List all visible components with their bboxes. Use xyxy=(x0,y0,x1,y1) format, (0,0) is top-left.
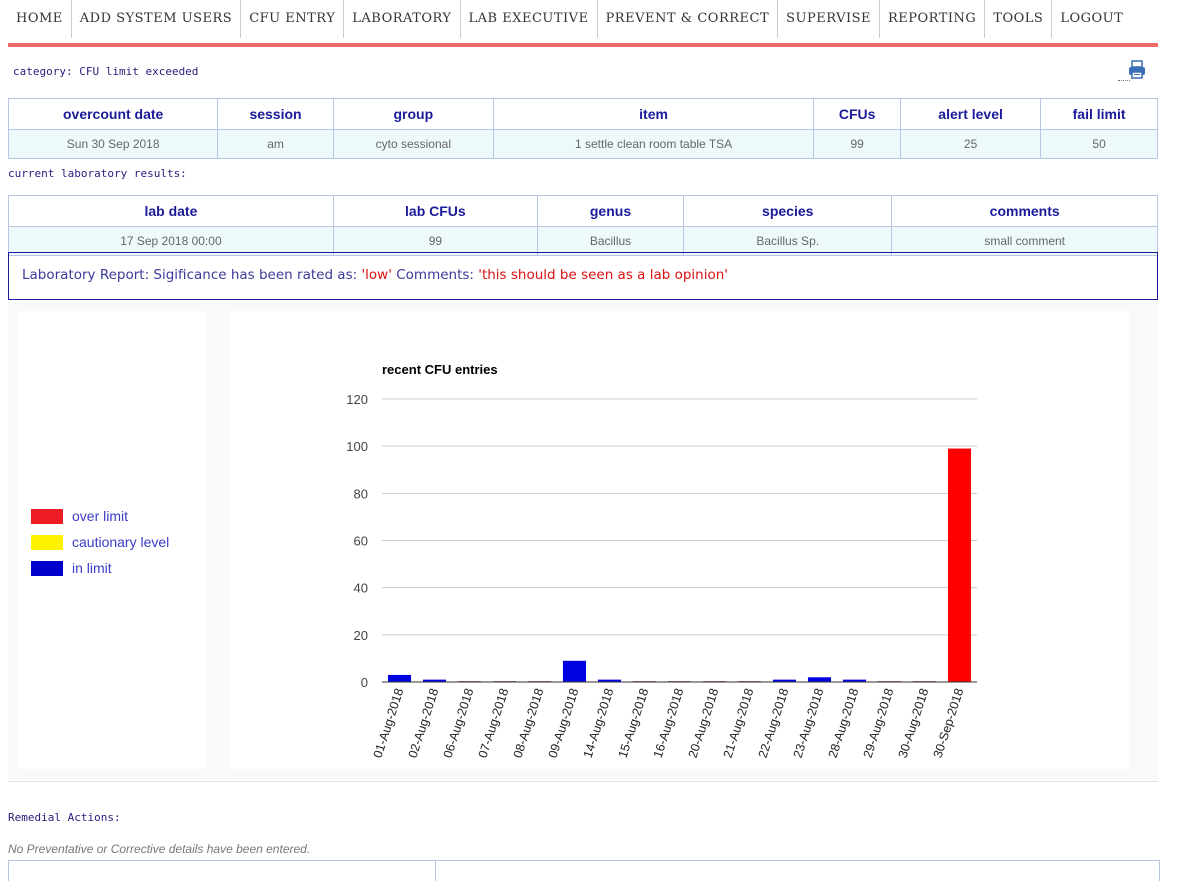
x-tick-label: 28-Aug-2018 xyxy=(826,687,862,760)
x-tick-label: 16-Aug-2018 xyxy=(651,687,687,760)
overcount-table: overcount date session group item CFUs alert … xyxy=(7,98,1158,159)
x-tick-label: 30-Aug-2018 xyxy=(896,687,932,760)
lab-table-header: lab date lab CFUs genus species comments xyxy=(8,195,1158,227)
column-header-2: genus xyxy=(536,195,685,227)
legend-item: over limit xyxy=(31,507,128,525)
column-header-4: comments xyxy=(891,195,1158,227)
column-header-4: CFUs xyxy=(813,98,902,130)
laboratory-report-text: Laboratory Report: Sigificance has been … xyxy=(22,267,728,283)
x-tick-label: 14-Aug-2018 xyxy=(581,687,617,760)
legend-swatch xyxy=(31,534,63,550)
x-tick-label: 02-Aug-2018 xyxy=(406,687,442,760)
x-tick-label: 29-Aug-2018 xyxy=(861,687,897,760)
lab-results-table: lab date lab CFUs genus species comments 17 … xyxy=(8,195,1158,256)
lab-results-label: current laboratory results: xyxy=(8,167,187,180)
nav-underline-bar xyxy=(8,43,1158,47)
significance-rating: 'low' xyxy=(361,267,392,283)
laboratory-report-box: Laboratory Report: Sigificance has been … xyxy=(8,252,1158,300)
column-header-1: lab CFUs xyxy=(332,195,538,227)
column-header-2: group xyxy=(332,98,494,130)
x-tick-label: 07-Aug-2018 xyxy=(476,687,512,760)
column-header-3: species xyxy=(683,195,893,227)
chart-legend: over limit cautionary level in limit xyxy=(18,311,206,769)
cfu-bar-chart: recent CFU entries 0 20 40 60 80 100 120 01-Aug-… xyxy=(346,362,977,760)
nav-item-tools[interactable]: TOOLS xyxy=(985,0,1053,38)
table-column-separator xyxy=(435,861,436,881)
nav-item-prevent-correct[interactable]: PREVENT & CORRECT xyxy=(598,0,779,38)
legend-swatch xyxy=(31,560,63,576)
x-tick-label: 20-Aug-2018 xyxy=(686,687,722,760)
bar xyxy=(387,674,412,682)
legend-label: in limit xyxy=(72,560,112,576)
section-divider xyxy=(8,781,1158,782)
table-row: Sun 30 Sep 2018 am cyto sessional 1 settle … xyxy=(7,129,1158,159)
table-cell-1: am xyxy=(217,129,334,159)
nav-item-supervise[interactable]: SUPERVISE xyxy=(778,0,880,38)
column-header-0: lab date xyxy=(8,195,334,227)
column-header-3: item xyxy=(492,98,815,130)
report-prefix: Laboratory Report: Sigificance has been … xyxy=(22,267,362,283)
cfu-chart-panel: recent CFU entries 0 20 40 60 80 100 120 01-Aug-… xyxy=(230,311,1129,769)
table-cell-6: 50 xyxy=(1040,129,1158,159)
y-tick-label: 100 xyxy=(346,439,368,454)
table-cell-2: cyto sessional xyxy=(332,129,494,159)
top-navigation: HOME ADD SYSTEM USERS CFU ENTRY LABORATORY L… xyxy=(8,0,1158,38)
overcount-table-header: overcount date session group item CFUs alert … xyxy=(7,98,1158,130)
column-header-6: fail limit xyxy=(1040,98,1158,130)
bar xyxy=(562,660,587,682)
printer-icon[interactable] xyxy=(1128,60,1146,80)
y-tick-label: 80 xyxy=(354,486,368,501)
legend-label: over limit xyxy=(72,508,129,524)
remedial-actions-label: Remedial Actions: xyxy=(8,811,121,824)
nav-item-logout[interactable]: LOGOUT xyxy=(1052,0,1131,38)
nav-item-home[interactable]: HOME xyxy=(8,0,72,38)
column-header-0: overcount date xyxy=(7,98,219,130)
nav-item-lab-executive[interactable]: LAB EXECUTIVE xyxy=(461,0,598,38)
category-label: category: CFU limit exceeded xyxy=(13,65,199,78)
x-tick-label: 23-Aug-2018 xyxy=(791,687,827,760)
y-tick-label: 40 xyxy=(354,581,368,596)
table-cell-5: 25 xyxy=(900,129,1042,159)
bar xyxy=(947,448,972,682)
x-tick-label: 08-Aug-2018 xyxy=(511,687,547,760)
x-tick-label: 06-Aug-2018 xyxy=(441,687,477,760)
bar xyxy=(807,677,832,682)
column-header-5: alert level xyxy=(900,98,1042,130)
nav-item-reporting[interactable]: REPORTING xyxy=(880,0,986,38)
x-tick-label: 22-Aug-2018 xyxy=(756,687,792,760)
report-comments-label: Comments: xyxy=(391,267,479,283)
legend-label: cautionary level xyxy=(72,534,170,550)
remedial-actions-table xyxy=(8,860,1160,881)
y-tick-label: 20 xyxy=(354,628,368,643)
chart-title: recent CFU entries xyxy=(382,362,498,377)
table-cell-3: 1 settle clean room table TSA xyxy=(492,129,815,159)
x-tick-label: 09-Aug-2018 xyxy=(546,687,582,760)
legend-item: cautionary level xyxy=(31,533,169,551)
y-tick-label: 0 xyxy=(361,675,368,690)
table-cell-0: Sun 30 Sep 2018 xyxy=(7,129,219,159)
x-tick-label: 21-Aug-2018 xyxy=(721,687,757,760)
no-actions-message: No Preventative or Corrective details ha… xyxy=(8,842,311,856)
legend-item: in limit xyxy=(31,559,112,577)
nav-item-add-system-users[interactable]: ADD SYSTEM USERS xyxy=(72,0,242,38)
column-header-1: session xyxy=(217,98,334,130)
table-cell-4: 99 xyxy=(813,129,902,159)
nav-item-laboratory[interactable]: LABORATORY xyxy=(344,0,461,38)
x-tick-label: 30-Sep-2018 xyxy=(931,687,967,760)
nav-item-cfu-entry[interactable]: CFU ENTRY xyxy=(241,0,345,38)
report-comment: 'this should be seen as a lab opinion' xyxy=(478,267,729,283)
y-tick-label: 120 xyxy=(346,392,368,407)
print-link-underline xyxy=(1118,80,1130,81)
x-tick-label: 01-Aug-2018 xyxy=(371,687,407,760)
legend-swatch xyxy=(31,508,63,524)
x-tick-label: 15-Aug-2018 xyxy=(616,687,652,760)
y-tick-label: 60 xyxy=(354,534,368,549)
